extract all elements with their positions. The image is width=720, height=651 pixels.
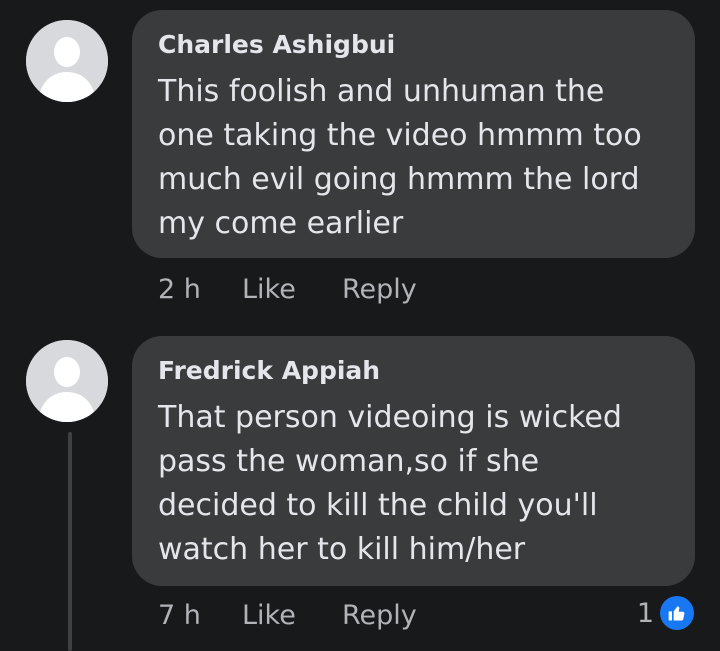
- comment-actions: 7 h Like Reply: [158, 600, 417, 631]
- comment-text: That person videoing is wicked pass the …: [158, 400, 622, 567]
- reply-thread-line: [68, 432, 72, 651]
- avatar[interactable]: [26, 340, 108, 422]
- default-profile-icon: [26, 340, 108, 422]
- comment-actions: 2 h Like Reply: [158, 274, 417, 305]
- reply-button[interactable]: Reply: [342, 600, 417, 631]
- comment-text: This foolish and unhuman the one taking …: [158, 74, 642, 241]
- reaction-count: 1: [636, 597, 654, 629]
- reply-button[interactable]: Reply: [342, 274, 417, 305]
- comment-author[interactable]: Charles Ashigbui: [158, 30, 669, 60]
- comment-bubble: Charles Ashigbui This foolish and unhuma…: [132, 10, 695, 258]
- like-button[interactable]: Like: [242, 274, 342, 305]
- like-button[interactable]: Like: [242, 600, 342, 631]
- comment-bubble: Fredrick Appiah That person videoing is …: [132, 336, 695, 586]
- default-profile-icon: [26, 20, 108, 102]
- thumbs-up-icon: [660, 596, 694, 630]
- comment-author[interactable]: Fredrick Appiah: [158, 356, 669, 386]
- reaction-summary[interactable]: 1: [637, 596, 694, 630]
- comment-timestamp[interactable]: 2 h: [158, 274, 242, 305]
- avatar[interactable]: [26, 20, 108, 102]
- comment-timestamp[interactable]: 7 h: [158, 600, 242, 631]
